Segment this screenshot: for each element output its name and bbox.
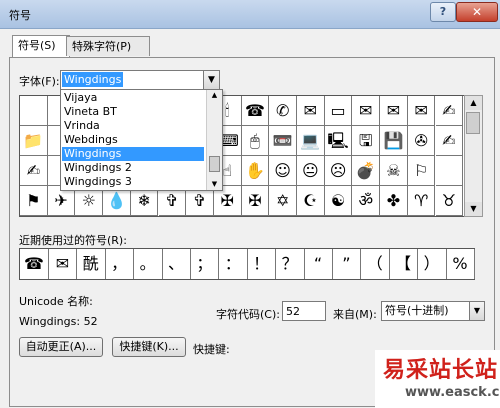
font-option[interactable]: Vrinda	[62, 119, 204, 133]
char-code-label: 字符代码(C):	[216, 308, 280, 321]
recent-symbol-cell[interactable]: 、	[162, 249, 191, 279]
font-option-selected[interactable]: Wingdings	[62, 147, 204, 161]
recent-symbol-cell[interactable]: ☎	[20, 249, 49, 279]
symbol-grid-scrollbar[interactable]: ▲ ▼	[464, 95, 483, 217]
symbol-cell[interactable]: ⚐	[407, 156, 436, 186]
symbol-cell[interactable]: ✉	[380, 96, 408, 126]
unicode-name-value: Wingdings: 52	[19, 315, 98, 328]
symbol-cell[interactable]: ♉	[435, 186, 464, 216]
symbol-cell[interactable]: ▭	[324, 96, 353, 126]
scroll-thumb[interactable]	[466, 112, 480, 134]
font-option[interactable]: Webdings	[62, 133, 204, 147]
font-select-value: Wingdings	[62, 72, 124, 87]
watermark-url: www.easck.com	[405, 385, 500, 400]
symbol-cell[interactable]	[20, 96, 48, 126]
recent-symbol-cell[interactable]: “	[304, 249, 333, 279]
symbol-cell[interactable]: ♈	[407, 186, 436, 216]
tab-symbols[interactable]: 符号(S)	[12, 35, 70, 57]
window-title: 符号	[9, 9, 31, 22]
unicode-name-label: Unicode 名称:	[19, 295, 93, 308]
font-select[interactable]: Wingdings ▼	[60, 70, 220, 90]
recent-symbol-cell[interactable]: ？	[276, 249, 305, 279]
chevron-down-icon[interactable]: ▼	[469, 302, 484, 320]
recent-symbol-cell[interactable]: ，	[105, 249, 135, 279]
font-option[interactable]: Wingdings 3	[62, 175, 204, 189]
symbol-cell[interactable]: 📁	[20, 126, 48, 156]
font-label: 字体(F):	[19, 75, 60, 88]
symbol-cell[interactable]: ✆	[269, 96, 297, 126]
symbol-cell[interactable]: ⚑	[20, 186, 48, 216]
recent-symbol-cell[interactable]: ；	[190, 249, 220, 279]
symbol-cell[interactable]: ✉	[352, 96, 381, 126]
symbol-cell[interactable]: 💻	[297, 126, 325, 156]
watermark: 易采站长站 www.easck.com	[375, 350, 500, 408]
symbol-cell[interactable]: 🖱	[241, 126, 270, 156]
shortcut-key-label: 快捷键:	[193, 343, 230, 356]
symbol-cell[interactable]: ✤	[380, 186, 408, 216]
symbol-cell[interactable]: ☠	[380, 156, 408, 186]
recent-symbol-cell[interactable]: 酰	[77, 249, 106, 279]
scroll-up-icon[interactable]: ▲	[207, 90, 222, 101]
symbol-cell[interactable]: 💣	[352, 156, 381, 186]
from-label: 来自(M):	[333, 308, 377, 321]
symbol-cell[interactable]: ✠	[241, 186, 270, 216]
symbol-cell[interactable]: ☹	[324, 156, 353, 186]
close-button[interactable]: ✕	[456, 2, 498, 22]
recent-symbol-cell[interactable]: ”	[332, 249, 362, 279]
symbol-cell[interactable]: ☯	[324, 186, 353, 216]
font-option[interactable]: Vijaya	[62, 91, 204, 105]
font-option[interactable]: Vineta BT	[62, 105, 204, 119]
symbol-cell[interactable]: ✍	[435, 96, 464, 126]
recent-symbol-cell[interactable]: ！	[247, 249, 277, 279]
symbol-cell[interactable]: 💾	[380, 126, 408, 156]
recent-symbol-cell[interactable]: 【	[389, 249, 419, 279]
symbol-cell[interactable]: ✇	[407, 126, 436, 156]
scroll-thumb[interactable]	[209, 156, 220, 172]
symbol-cell[interactable]: ✍	[435, 126, 464, 156]
chevron-down-icon[interactable]: ▼	[203, 71, 219, 89]
char-code-input[interactable]: 52	[282, 301, 326, 321]
help-button[interactable]: ?	[430, 2, 456, 22]
from-select[interactable]: 符号(十进制) ▼	[381, 301, 485, 321]
symbol-cell[interactable]: ✉	[407, 96, 436, 126]
symbol-cell[interactable]: 🖫	[352, 126, 381, 156]
symbol-cell[interactable]: ☺	[269, 156, 297, 186]
recent-symbol-cell[interactable]: （	[361, 249, 390, 279]
symbol-cell[interactable]: ✉	[297, 96, 325, 126]
autocorrect-button[interactable]: 自动更正(A)...	[19, 337, 103, 357]
from-select-value: 符号(十进制)	[385, 304, 449, 317]
font-option[interactable]: Wingdings 2	[62, 161, 204, 175]
title-bar: 符号 ? ✕	[0, 0, 500, 29]
symbol-cell[interactable]: ✍	[20, 156, 48, 186]
recent-symbol-cell[interactable]: ）	[418, 249, 447, 279]
recent-symbols[interactable]: ☎ ✉ 酰，。、；：！？ “” （【）%	[19, 248, 475, 280]
symbol-cell[interactable]: ✋	[241, 156, 270, 186]
scroll-up-icon[interactable]: ▲	[465, 96, 482, 110]
symbol-cell[interactable]: ☎	[241, 96, 270, 126]
symbol-cell[interactable]	[435, 156, 464, 186]
scroll-down-icon[interactable]: ▼	[465, 202, 482, 216]
recent-symbol-cell[interactable]: %	[446, 249, 475, 279]
recent-symbol-cell[interactable]: ✉	[48, 249, 78, 279]
recent-symbol-cell[interactable]: 。	[134, 249, 163, 279]
symbol-cell[interactable]: 🖳	[324, 126, 353, 156]
recent-symbol-cell[interactable]: ：	[219, 249, 248, 279]
shortcut-key-button[interactable]: 快捷键(K)...	[112, 337, 186, 357]
font-dropdown-list[interactable]: Vijaya Vineta BT Vrinda Webdings Wingdin…	[60, 89, 223, 191]
symbol-cell[interactable]: 😐	[297, 156, 325, 186]
scroll-down-icon[interactable]: ▼	[207, 179, 222, 190]
font-dropdown-scrollbar[interactable]: ▲ ▼	[206, 90, 222, 190]
tab-special-characters[interactable]: 特殊字符(P)	[66, 36, 150, 56]
recent-symbols-label: 近期使用过的符号(R):	[19, 234, 127, 247]
watermark-logo-text: 易采站长站	[383, 357, 499, 383]
symbol-cell[interactable]: ☪	[297, 186, 325, 216]
symbol-cell[interactable]: ✡	[269, 186, 297, 216]
symbol-cell[interactable]: ॐ	[352, 186, 381, 216]
symbol-cell[interactable]: 📼	[269, 126, 297, 156]
